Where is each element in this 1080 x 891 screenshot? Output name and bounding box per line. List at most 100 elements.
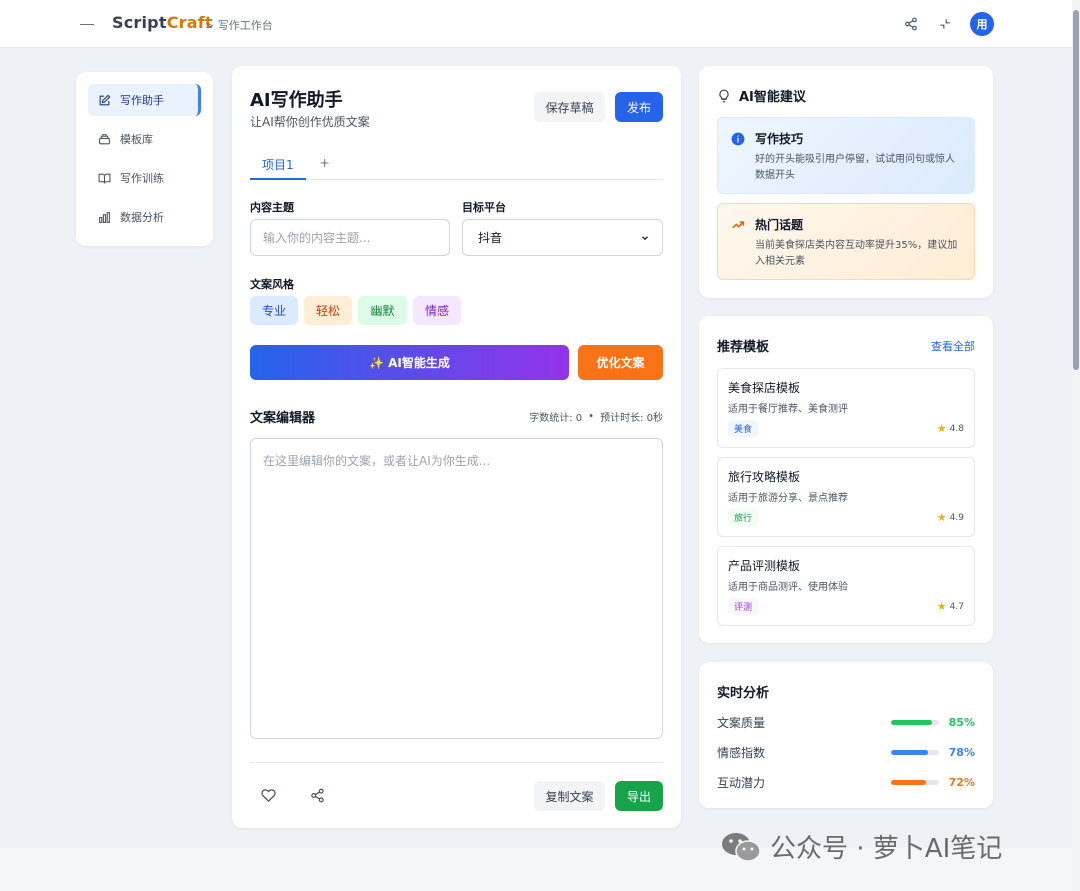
copy-button[interactable]: 复制文案 [534,781,605,811]
star-icon: ★ [936,600,947,613]
realtime-analytics-panel: 实时分析 文案质量 85% 情感指数 78% 互动潜力 72% [699,662,993,808]
tab-project-1[interactable]: 项目1 [250,152,306,180]
share-icon[interactable] [902,15,920,33]
share-icon[interactable] [310,788,326,804]
bar-chart-icon [99,211,110,223]
stat-progress-bar [891,750,939,755]
scrollbar-thumb[interactable] [1073,10,1079,370]
heart-icon[interactable] [261,788,277,804]
sidebar-item-label: 数据分析 [120,211,164,224]
style-chip-relaxed[interactable]: 轻松 [304,296,352,325]
style-chip-professional[interactable]: 专业 [250,296,298,325]
stat-value: 72% [948,776,975,789]
template-rating: ★ 4.7 [937,600,964,613]
recommended-templates-panel: 推荐模板 查看全部 美食探店模板 适用于餐厅推荐、美食测评 美食 ★ 4.8 旅行… [699,316,993,643]
wechat-icon [720,830,762,864]
star-icon: ★ [936,511,947,524]
project-tabs: 项目1 + [250,152,663,180]
template-desc: 适用于餐厅推荐、美食测评 [728,404,848,415]
tip-title: 热门话题 [755,218,804,232]
platform-selected-value: 抖音 [478,231,503,245]
page-scrollbar[interactable] [1072,0,1080,891]
lightbulb-icon [719,89,729,102]
watermark: 公众号 · 萝卜AI笔记 [720,828,1002,865]
save-draft-button[interactable]: 保存草稿 [534,92,605,122]
stat-row-interaction: 互动潜力 72% [717,774,975,791]
template-card-food[interactable]: 美食探店模板 适用于餐厅推荐、美食测评 美食 ★ 4.8 [717,368,975,448]
template-card-travel[interactable]: 旅行攻略模板 适用于旅游分享、景点推荐 旅行 ★ 4.9 [717,457,975,537]
ai-suggestions-title: AI智能建议 [739,90,806,105]
app-logo[interactable]: ScriptCraft [112,13,213,32]
template-rating: ★ 4.8 [937,422,964,435]
writing-assistant-panel: AI写作助手 让AI帮你创作优质文案 保存草稿 发布 项目1 + 内容主题 输入… [232,66,681,828]
stat-progress-bar [891,780,939,785]
template-name: 产品评测模板 [728,559,801,573]
topic-input[interactable]: 输入你的内容主题... [250,219,450,256]
star-icon: ★ [936,422,947,435]
editor-stats: 字数统计: 0 • 预计时长: 0秒 [529,409,663,424]
stat-value: 78% [948,746,975,759]
sparkle-icon: ✨ [369,355,385,370]
dot-separator: • [588,411,595,422]
stat-value: 85% [948,716,975,729]
rating-value: 4.8 [949,423,964,434]
estimated-duration: 预计时长: 0秒 [600,413,663,424]
platform-label: 目标平台 [462,201,506,214]
chevron-down-icon [642,235,648,240]
ai-generate-button[interactable]: ✨ AI智能生成 [250,345,569,380]
topic-label: 内容主题 [250,201,294,214]
layers-icon [99,133,110,144]
template-tag: 评测 [728,598,759,615]
book-icon [98,173,111,183]
view-all-link[interactable]: 查看全部 [931,338,975,354]
breadcrumb: > 写作工作台 [205,19,273,32]
ai-suggestions-panel: AI智能建议 写作技巧 好的开头能吸引用户停留，试试用问句或惊人数据开头 热门话… [699,66,993,298]
style-chip-emotional[interactable]: 情感 [413,296,461,325]
user-avatar[interactable]: 用 [970,12,994,36]
template-rating: ★ 4.9 [937,511,964,524]
template-desc: 适用于商品测评、使用体验 [728,582,848,593]
stat-progress-fill [891,750,929,755]
page-title: AI写作助手 [250,90,343,111]
divider [250,762,663,763]
optimize-button[interactable]: 优化文案 [578,345,663,380]
sidebar-item-writing-assistant[interactable]: 写作助手 [88,84,201,116]
stat-progress-bar [891,720,939,725]
export-button[interactable]: 导出 [615,781,663,811]
watermark-text: 公众号 · 萝卜AI笔记 [770,834,1003,864]
editor-textarea[interactable]: 在这里编辑你的文案，或者让AI为你生成... [250,438,663,739]
tip-body: 好的开头能吸引用户停留，试试用问句或惊人数据开头 [755,154,955,181]
edit-icon [99,94,111,105]
collapse-icon[interactable] [936,15,954,33]
tip-title: 写作技巧 [755,132,804,146]
style-chip-humor[interactable]: 幽默 [358,296,407,325]
style-label: 文案风格 [250,278,294,291]
template-name: 美食探店模板 [728,381,801,395]
analytics-title: 实时分析 [717,686,770,701]
template-card-review[interactable]: 产品评测模板 适用于商品测评、使用体验 评测 ★ 4.7 [717,546,975,626]
template-tag: 美食 [728,420,759,437]
tip-writing-skill: 写作技巧 好的开头能吸引用户停留，试试用问句或惊人数据开头 [717,117,975,194]
stat-label: 互动潜力 [717,776,766,790]
sidebar-item-label: 写作训练 [120,172,164,185]
sidebar: 写作助手 模板库 写作训练 数据分析 [76,72,213,246]
stat-row-quality: 文案质量 85% [717,714,975,731]
sidebar-item-writing-training[interactable]: 写作训练 [88,162,201,194]
editor-title: 文案编辑器 [250,411,316,426]
platform-select[interactable]: 抖音 [462,219,663,256]
add-tab-button[interactable]: + [306,152,344,179]
tip-hot-topic: 热门话题 当前美食探店类内容互动率提升35%，建议加入相关元素 [717,203,975,280]
sidebar-item-label: 模板库 [120,133,153,146]
word-count: 字数统计: 0 [529,413,583,424]
menu-icon[interactable] [80,18,96,30]
stat-row-emotion: 情感指数 78% [717,744,975,761]
sidebar-item-data-analysis[interactable]: 数据分析 [88,201,201,233]
sidebar-item-template-library[interactable]: 模板库 [88,123,201,155]
rating-value: 4.7 [949,601,964,612]
ai-generate-label: AI智能生成 [388,356,450,370]
publish-button[interactable]: 发布 [615,92,663,122]
sidebar-item-label: 写作助手 [120,94,164,107]
stat-label: 文案质量 [717,716,766,730]
tip-body: 当前美食探店类内容互动率提升35%，建议加入相关元素 [755,240,958,267]
stat-label: 情感指数 [717,746,766,760]
